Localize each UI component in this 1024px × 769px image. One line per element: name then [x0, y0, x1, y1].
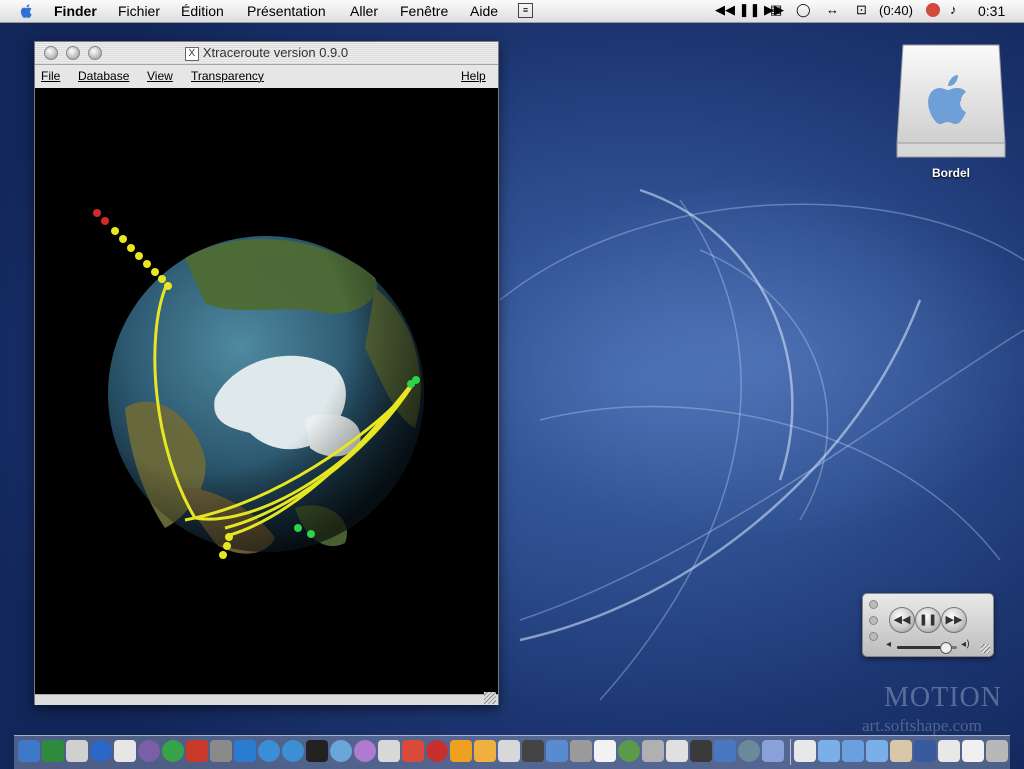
next-track-button[interactable]: ▶▶	[941, 607, 967, 633]
preview-icon[interactable]	[114, 740, 136, 762]
menu-file[interactable]: File	[41, 69, 60, 83]
route-node	[135, 252, 143, 260]
printer-icon[interactable]	[498, 740, 520, 762]
app-mascot-icon[interactable]	[426, 740, 448, 762]
window-title: X Xtraceroute version 0.9.0	[35, 45, 498, 61]
route-node	[101, 217, 109, 225]
screen-icon[interactable]	[914, 740, 936, 762]
console-icon[interactable]	[522, 740, 544, 762]
mail-icon[interactable]	[330, 740, 352, 762]
documents-folder-icon[interactable]	[866, 740, 888, 762]
star-app-icon[interactable]	[450, 740, 472, 762]
menu-help[interactable]: Help	[461, 69, 486, 83]
window-minimized-icon[interactable]	[938, 740, 960, 762]
x11-app-icon[interactable]	[594, 740, 616, 762]
trash-icon[interactable]	[986, 740, 1008, 762]
volume-low-icon: ◂	[886, 639, 892, 650]
route-node	[93, 209, 101, 217]
route-node	[219, 551, 227, 559]
wallpaper-watermark: MOTION	[884, 682, 1002, 713]
route-node	[143, 260, 151, 268]
quicktime-icon[interactable]	[90, 740, 112, 762]
hard-drive-icon	[896, 44, 1006, 158]
ship-app-icon[interactable]	[642, 740, 664, 762]
route-node	[151, 268, 159, 276]
finder-icon[interactable]	[18, 740, 40, 762]
mac-icon[interactable]	[66, 740, 88, 762]
safari-icon[interactable]	[282, 740, 304, 762]
player-minimize-button[interactable]	[869, 616, 878, 625]
dock	[14, 735, 1010, 769]
bbedit-icon[interactable]	[138, 740, 160, 762]
volume-slider[interactable]	[897, 642, 957, 654]
pause-button[interactable]: ❚❚	[915, 607, 941, 633]
network-dock-icon[interactable]	[258, 740, 280, 762]
frog-app-icon[interactable]	[618, 740, 640, 762]
route-node	[111, 227, 119, 235]
ical-icon[interactable]	[210, 740, 232, 762]
route-node	[223, 542, 231, 550]
dock-separator	[790, 739, 791, 765]
package-icon[interactable]	[762, 740, 784, 762]
player-zoom-button[interactable]	[869, 632, 878, 641]
previous-track-button[interactable]: ◀◀	[889, 607, 915, 633]
player-close-button[interactable]	[869, 600, 878, 609]
dreamweaver-icon[interactable]	[162, 740, 184, 762]
window-titlebar[interactable]: X Xtraceroute version 0.9.0	[35, 42, 498, 65]
itunes-mini-player: ◀◀ ❚❚ ▶▶ ◂ ◂)	[862, 593, 994, 657]
photo-app-icon[interactable]	[714, 740, 736, 762]
route-node	[158, 275, 166, 283]
x11-dock-icon[interactable]	[378, 740, 400, 762]
window-title-text: Xtraceroute version 0.9.0	[202, 45, 349, 60]
dashboard-icon[interactable]	[42, 740, 64, 762]
route-node	[307, 530, 315, 538]
applications-folder-icon[interactable]	[842, 740, 864, 762]
horizontal-scrollbar[interactable]	[35, 692, 498, 705]
volume-knob[interactable]	[940, 642, 952, 654]
disk-icon-bordel[interactable]	[895, 43, 1007, 163]
globe-viewport[interactable]	[35, 88, 498, 694]
route-node	[225, 533, 233, 541]
document-icon[interactable]	[794, 740, 816, 762]
volume-fill	[897, 646, 945, 649]
route-node	[412, 376, 420, 384]
ichat-dock-icon[interactable]	[234, 740, 256, 762]
resize-handle[interactable]	[484, 692, 496, 704]
textedit-icon[interactable]	[666, 740, 688, 762]
route-node	[127, 244, 135, 252]
menu-transparency[interactable]: Transparency	[191, 69, 264, 83]
route-node	[164, 282, 172, 290]
magic-app-icon[interactable]	[474, 740, 496, 762]
globe-canvas[interactable]	[35, 88, 498, 694]
terminal-icon[interactable]	[306, 740, 328, 762]
route-node	[294, 524, 302, 532]
itunes-icon[interactable]	[354, 740, 376, 762]
route-node	[119, 235, 127, 243]
app-red-icon[interactable]	[402, 740, 424, 762]
system-prefs-icon[interactable]	[738, 740, 760, 762]
menu-database[interactable]: Database	[78, 69, 129, 83]
player-resize-handle[interactable]	[981, 644, 990, 653]
folder-icon[interactable]	[818, 740, 840, 762]
disk-utility-icon[interactable]	[570, 740, 592, 762]
flash-icon[interactable]	[186, 740, 208, 762]
home-folder-icon[interactable]	[890, 740, 912, 762]
x11-icon: X	[184, 47, 199, 61]
volume-high-icon: ◂)	[961, 639, 970, 650]
disk-label[interactable]: Bordel	[895, 166, 1007, 180]
wallpaper-watermark-url: art.softshape.com	[862, 716, 982, 735]
text-file-icon[interactable]	[962, 740, 984, 762]
xtraceroute-window: X Xtraceroute version 0.9.0 File Database…	[34, 41, 499, 705]
xcode-icon[interactable]	[546, 740, 568, 762]
app-menu-bar: File Database View Transparency Help	[35, 65, 498, 87]
menu-view[interactable]: View	[147, 69, 173, 83]
gears-app-icon[interactable]	[690, 740, 712, 762]
